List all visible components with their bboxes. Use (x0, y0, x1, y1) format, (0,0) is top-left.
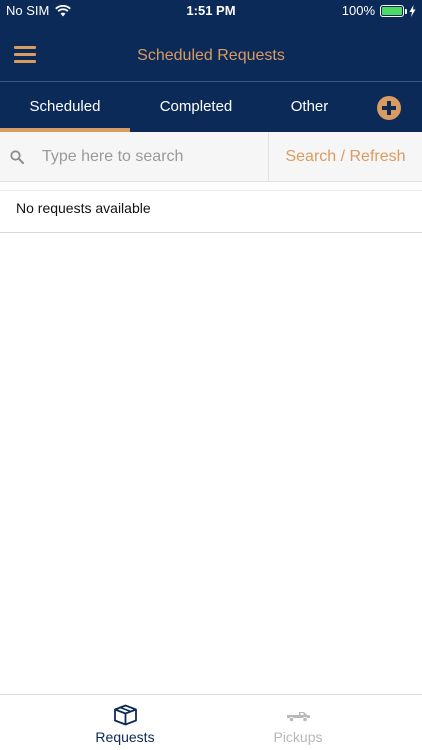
empty-state-message: No requests available (16, 200, 151, 216)
tab-bar: Scheduled Completed Other (0, 82, 422, 132)
bottom-tab-pickups-label: Pickups (273, 729, 323, 745)
search-input[interactable] (30, 132, 268, 182)
bottom-tab-requests[interactable]: Requests (65, 695, 185, 750)
truck-icon (287, 712, 310, 723)
bottom-tab-bar: Requests Pickups (0, 694, 422, 750)
tab-scheduled-label: Scheduled (29, 98, 101, 115)
tab-completed-label: Completed (159, 98, 233, 115)
battery-icon (380, 4, 407, 17)
status-bar: No SIM 1:51 PM 100% (0, 0, 422, 22)
search-refresh-button[interactable]: Search / Refresh (268, 132, 422, 182)
tab-completed[interactable]: Completed (131, 82, 261, 132)
battery-percent: 100% (341, 3, 375, 18)
requests-list: No requests available (0, 190, 422, 233)
charging-bolt-icon (409, 4, 416, 17)
plus-circle-icon[interactable] (377, 96, 401, 120)
tab-scheduled[interactable]: Scheduled (0, 82, 130, 132)
page-title: Scheduled Requests (137, 47, 285, 64)
search-bar: Search / Refresh (0, 132, 422, 182)
bottom-tab-requests-label: Requests (95, 729, 155, 745)
tab-other[interactable]: Other (262, 82, 357, 132)
tab-other-label: Other (290, 98, 329, 115)
status-right: 100% (342, 3, 416, 18)
bottom-tab-pickups[interactable]: Pickups (238, 695, 358, 750)
app-header: No SIM 1:51 PM 100% Scheduled Requests S… (0, 0, 422, 132)
battery-fill (382, 6, 402, 15)
nav-bar: Scheduled Requests (0, 22, 422, 81)
search-icon (10, 150, 24, 164)
box-icon (114, 704, 137, 726)
